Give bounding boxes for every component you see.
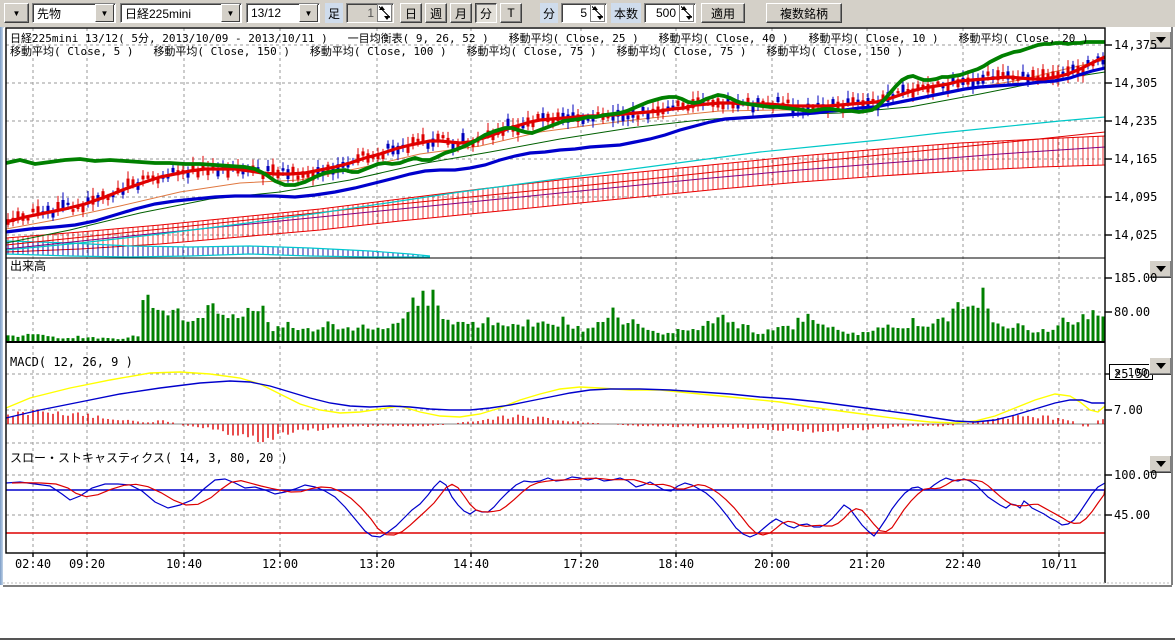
minute-interval-value: 5	[562, 6, 589, 20]
bar-count-field[interactable]: 500	[644, 3, 696, 23]
stoch-panel-label: スロー・ストキャスティクス( 14, 3, 80, 20 )	[10, 449, 288, 466]
bar-interval-value: 1	[347, 6, 376, 20]
window-bottom-border	[3, 585, 1172, 587]
nav-dropdown-button[interactable]: ▼	[4, 3, 29, 23]
triangle-down-icon	[1156, 363, 1166, 369]
symbol-value: 日経225mini	[121, 5, 220, 22]
toolbar: ▼ 先物 ▼ 日経225mini ▼ 13/12 ▼ 足 1 日 週 月 分 T…	[0, 0, 1175, 28]
price-tick-label: 7.00	[1114, 403, 1143, 417]
time-axis-label: 10:40	[166, 557, 202, 571]
minute-interval-field[interactable]: 5	[561, 3, 607, 23]
category-combobox[interactable]: 先物 ▼	[32, 3, 116, 23]
apply-button[interactable]: 適用	[701, 3, 745, 23]
volume-panel-label: 出来高	[10, 257, 46, 274]
price-tick-label: 14,305	[1114, 76, 1157, 90]
time-axis-label: 20:00	[754, 557, 790, 571]
spinner-icon[interactable]	[590, 4, 605, 22]
price-tick-label: 14,095	[1114, 190, 1157, 204]
weekly-button[interactable]: 週	[425, 3, 447, 23]
category-value: 先物	[33, 5, 94, 22]
price-tick-label: 45.00	[1114, 508, 1150, 522]
chart-indicators-line2: 移動平均( Close, 5 ) 移動平均( Close, 150 ) 移動平均…	[10, 43, 903, 59]
contract-value: 13/12	[247, 6, 298, 20]
window-right-border	[1171, 27, 1173, 585]
time-axis-label: 22:40	[945, 557, 981, 571]
daily-button[interactable]: 日	[400, 3, 422, 23]
time-axis-label: 14:40	[453, 557, 489, 571]
price-tick-label: 14,235	[1114, 114, 1157, 128]
time-axis-label: 13:20	[359, 557, 395, 571]
price-tick-label: 25.50	[1114, 367, 1150, 381]
time-axis-label: 21:20	[849, 557, 885, 571]
chart-window: 日経225mini 13/12( 5分, 2013/10/09 - 2013/1…	[0, 27, 1175, 587]
monthly-button[interactable]: 月	[450, 3, 472, 23]
spinner-icon[interactable]	[377, 4, 392, 22]
macd-panel-label: MACD( 12, 26, 9 )	[10, 355, 133, 369]
price-tick-label: 14,025	[1114, 228, 1157, 242]
trading-app-window: { "toolbar": { "nav_drop": "▼", "combo_c…	[0, 0, 1175, 640]
price-tick-label: 185.00	[1114, 271, 1157, 285]
time-axis-label: 17:20	[563, 557, 599, 571]
tick-button[interactable]: T	[500, 3, 522, 23]
time-axis-label: 09:20	[69, 557, 105, 571]
time-axis-label: 18:40	[658, 557, 694, 571]
bar-interval-field: 1	[346, 3, 394, 23]
chevron-down-icon: ▼	[13, 9, 21, 18]
time-axis-label: 12:00	[262, 557, 298, 571]
chevron-down-icon[interactable]: ▼	[221, 4, 240, 22]
price-tick-label: 100.00	[1114, 468, 1157, 482]
price-tick-label: 14,375	[1114, 38, 1157, 52]
time-axis-label: 10/11	[1041, 557, 1077, 571]
chevron-down-icon[interactable]: ▼	[299, 4, 318, 22]
contract-combobox[interactable]: 13/12 ▼	[246, 3, 320, 23]
spinner-icon[interactable]	[679, 4, 694, 22]
chevron-down-icon[interactable]: ▼	[95, 4, 114, 22]
time-axis-label: 02:40	[15, 557, 51, 571]
minute-button[interactable]: 分	[475, 3, 497, 23]
bar-type-label: 足	[325, 3, 343, 23]
triangle-down-icon	[1156, 461, 1166, 467]
multi-symbol-button[interactable]: 複数銘柄	[766, 3, 842, 23]
price-tick-label: 14,165	[1114, 152, 1157, 166]
symbol-combobox[interactable]: 日経225mini ▼	[120, 3, 242, 23]
macd-panel-scroll-button[interactable]	[1149, 357, 1172, 375]
chart-canvas[interactable]	[0, 27, 1175, 587]
price-tick-label: 80.00	[1114, 305, 1150, 319]
minute-label: 分	[540, 3, 558, 23]
bar-count-value: 500	[645, 6, 678, 20]
bar-count-label: 本数	[611, 3, 641, 23]
